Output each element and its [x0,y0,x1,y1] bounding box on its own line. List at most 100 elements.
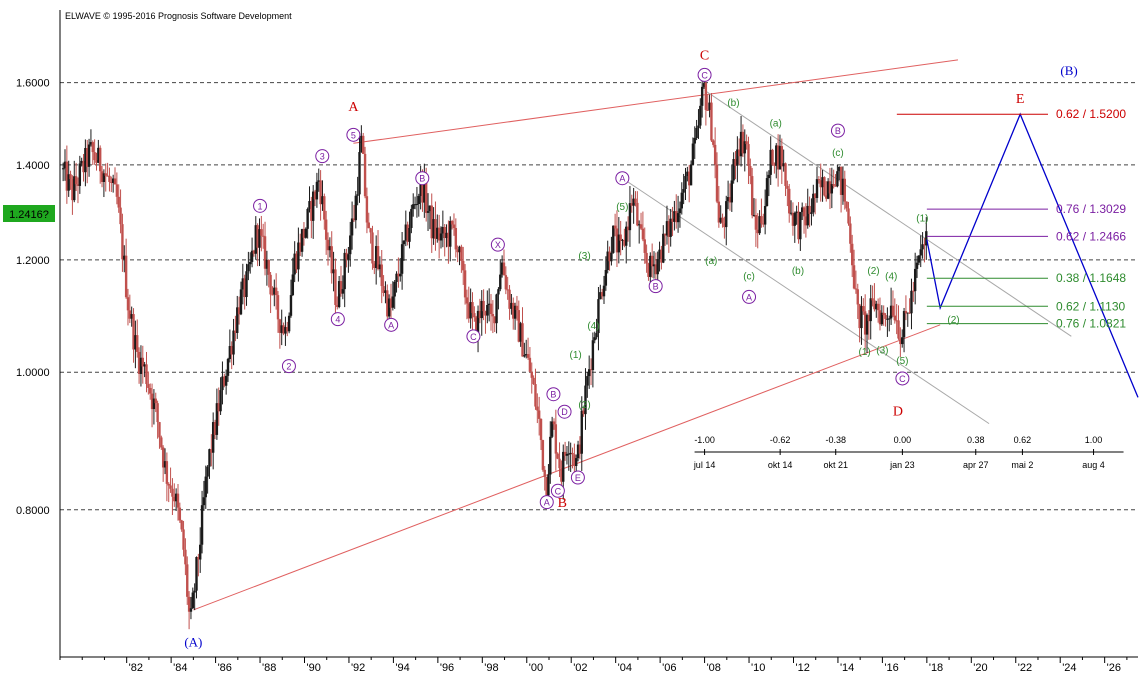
candle-body [93,152,96,161]
candle-body [78,163,82,186]
candle-body [532,377,535,385]
x-tick-label: '08 [707,662,721,674]
wave-label-text: 1 [258,201,263,211]
candle-body [178,507,182,521]
candle-body [747,144,750,167]
candle-body [349,235,352,255]
candle-body [784,163,787,186]
candle-body [684,176,687,189]
candle-body [224,375,228,386]
time-ruler-date: mai 2 [1011,460,1033,470]
candle-body [367,222,370,229]
y-tick-label: 1.6000 [16,78,50,90]
candle-body [591,340,595,371]
candle-body [602,285,606,297]
time-ruler-date: aug 4 [1082,460,1105,470]
candle-body [291,274,295,296]
wave-label-paren: (A) [184,634,202,649]
candle-body [269,274,272,295]
wave-label-circle: C [895,371,910,386]
wave-label-circle: D [557,404,572,419]
wave-label-text: 3 [320,152,325,162]
x-tick-label: '00 [529,662,543,674]
candle-body [539,418,543,441]
wave-label-paren: (2) [867,266,879,277]
candle-body [765,178,769,207]
candle-body [108,175,111,182]
candle-body [471,302,474,314]
candle-body [323,196,326,220]
candle-body [274,287,278,296]
x-tick-label: '26 [1107,662,1121,674]
candle-body [725,201,728,228]
candle-body [901,337,904,345]
candle-body [534,384,537,407]
candle-body [871,298,874,301]
candle-body [154,398,157,404]
wave-label-text: C [701,70,708,80]
candle-body [98,147,102,172]
candle-body [304,228,307,238]
candle-body [643,239,646,253]
time-ruler-ratio: 0.62 [1014,435,1032,445]
candle-body [239,289,243,315]
fib-level-label: 0.38 / 1.1648 [1056,271,1126,285]
candle-body [184,549,187,565]
wave-label-plain: D [893,404,903,419]
candle-body [571,452,574,455]
candle-body [61,168,65,170]
wave-label-text: C [899,374,906,384]
candle-body [580,410,583,454]
wave-label-plain: C [700,48,709,63]
candle-body [462,260,465,271]
candle-body [689,164,693,186]
y-tick-label: 1.4000 [16,160,50,172]
candle-body [749,166,752,177]
wave-label-circle: A [742,289,757,304]
wave-label-text: E [575,473,581,483]
wave-label-paren: (1) [570,350,582,361]
wave-label-text: 4 [335,315,340,325]
candle-body [645,252,648,264]
wave-label-circle: B [830,123,845,138]
candle-body [862,306,865,312]
candle-body [465,297,469,304]
time-ruler-date: okt 21 [823,460,848,470]
x-tick-label: '06 [662,662,676,674]
fib-level-label: 0.62 / 1.5200 [1056,107,1126,121]
candle-body [489,303,493,315]
candle-body [704,83,708,110]
candle-body [87,144,91,167]
time-ruler-date: jan 23 [889,460,915,470]
candle-body [160,437,163,448]
candle-body [815,179,819,199]
x-tick-label: '92 [351,662,365,674]
candle-body [341,289,345,294]
candle-body [347,254,350,260]
wave-label-circle: E [570,470,585,485]
wave-label-circle: A [615,171,630,186]
wave-label-paren: (b) [792,266,804,277]
wave-label-text: 2 [286,362,291,372]
y-tick-label: 0.8000 [16,505,50,517]
wave-label-paren: (a) [705,256,717,267]
candle-body [656,259,659,275]
candle-body [399,273,402,277]
candle-body [149,387,152,394]
candle-body [454,227,458,250]
candle-body [612,225,615,253]
candle-body [200,505,204,545]
x-tick-label: '18 [929,662,943,674]
candle-body [715,164,719,202]
time-ruler-date: apr 27 [963,460,989,470]
candle-body [324,219,328,240]
candle-body [593,337,596,341]
candle-body [402,240,406,245]
x-tick-label: '02 [573,662,587,674]
current-price-badge: 1.2416? [3,205,55,222]
candle-body [521,323,524,357]
candle-body [169,485,172,489]
candle-body [693,137,696,144]
wave-label-paren: (2) [947,315,959,326]
candle-body [226,359,230,376]
